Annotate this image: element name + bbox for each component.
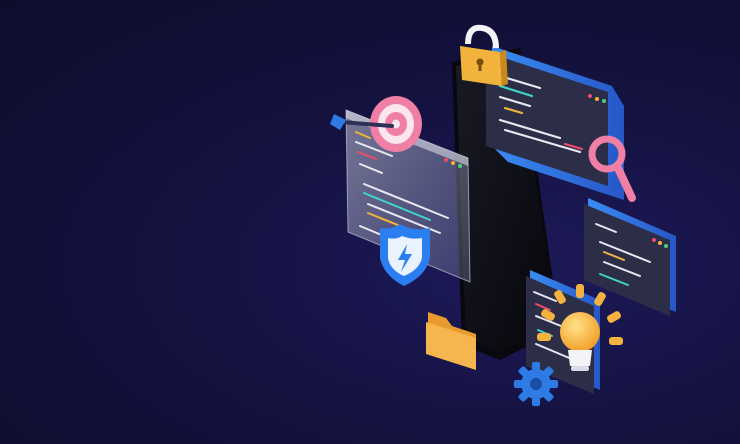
lock-icon: [460, 24, 508, 86]
illustration-svg: [330, 24, 676, 406]
shield-icon: [380, 224, 430, 286]
gear-icon: [514, 362, 558, 406]
illustration-scene: [0, 0, 740, 444]
